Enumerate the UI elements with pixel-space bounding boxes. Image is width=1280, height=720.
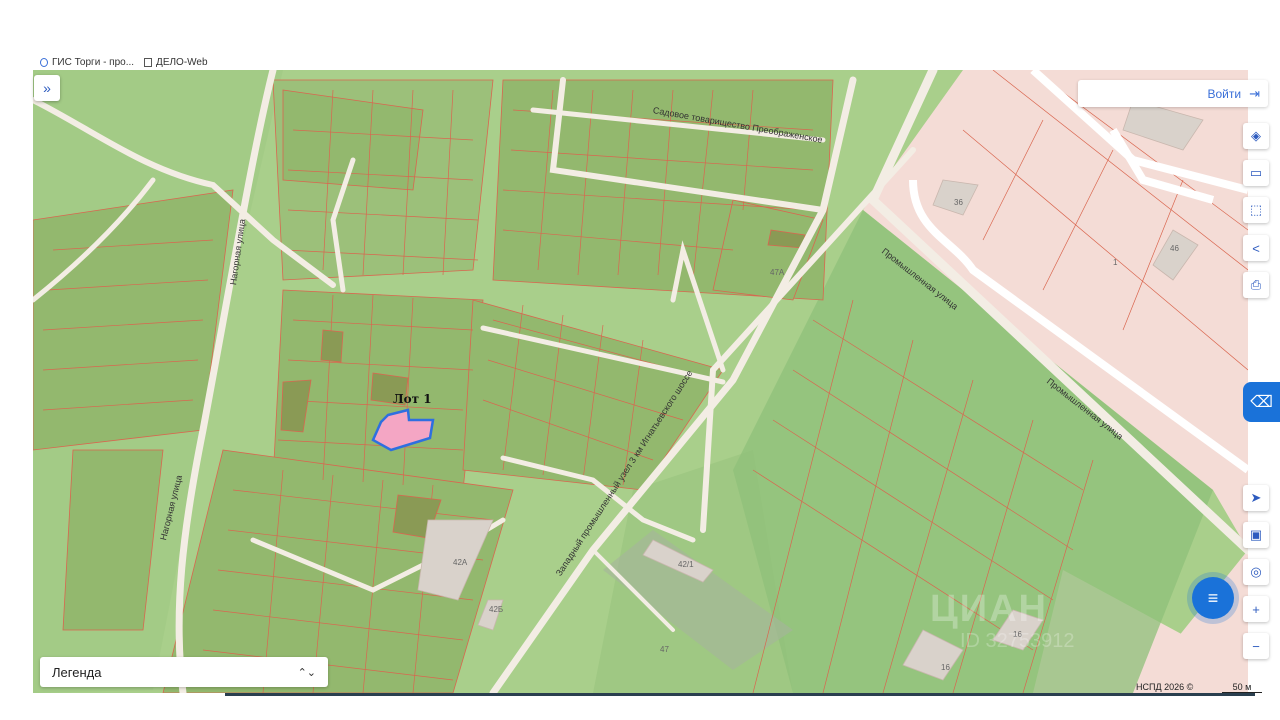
document-icon (144, 57, 153, 67)
zoom-in-icon: + (1252, 601, 1260, 617)
location-icon: ◎ (1250, 564, 1262, 579)
print-button[interactable]: ⎙ (1243, 272, 1269, 298)
copyright: НСПД 2026 © (1136, 682, 1194, 692)
zoom-out-icon: − (1252, 638, 1260, 654)
chevron-updown-icon: ⌃⌄ (297, 666, 316, 679)
share-icon: < (1252, 240, 1260, 256)
building-label: 36 (954, 198, 963, 207)
navigate-button[interactable]: ➤ (1243, 485, 1269, 511)
bottom-strip (33, 693, 1248, 720)
bookmark-label: ГИС Торги - про... (52, 56, 135, 68)
chat-button[interactable]: ≡ (1192, 577, 1234, 619)
building-label: 47А (770, 268, 785, 277)
navigate-icon: ➤ (1250, 490, 1262, 505)
zoom-out-button[interactable]: − (1243, 633, 1269, 659)
share-button[interactable]: < (1243, 235, 1269, 261)
cadastral-map[interactable]: Лот 1 Садовое товарищество Преображенско… (33, 70, 1248, 693)
select-area-icon: ⬚ (1249, 202, 1263, 217)
building-label: 1 (1113, 258, 1118, 267)
layers-icon: ◈ (1251, 128, 1261, 143)
watermark: ЦИАН (930, 588, 1048, 630)
browser-top-area: ГИС Торги - про... ДЕЛО-Web (0, 0, 1280, 70)
login-label: Войти (1207, 86, 1242, 101)
zoom-in-button[interactable]: + (1243, 596, 1269, 622)
measure-button[interactable]: ▭ (1243, 160, 1269, 186)
scale-bar: 50 м (1222, 682, 1262, 693)
building-label: 46 (1170, 244, 1179, 253)
login-button[interactable]: Войти ⇥ (1078, 80, 1268, 107)
side-widget-tab[interactable]: ⌫ (1243, 382, 1280, 422)
building-label: 42А (453, 558, 468, 567)
bottom-divider (225, 693, 1255, 696)
location-button[interactable]: ◎ (1243, 559, 1269, 585)
widget-icon: ⌫ (1250, 394, 1273, 411)
login-icon: ⇥ (1249, 85, 1260, 101)
minimap-icon: ▣ (1249, 527, 1263, 542)
legend-label: Легенда (52, 664, 102, 680)
print-icon: ⎙ (1250, 277, 1262, 292)
bookmark-delo-web[interactable]: ДЕЛО-Web (144, 55, 208, 69)
select-area-button[interactable]: ⬚ (1243, 197, 1269, 223)
watermark-id: ID 32753912 (960, 630, 1075, 652)
gis-icon (40, 57, 48, 67)
minimap-button[interactable]: ▣ (1243, 522, 1269, 548)
building-label: 47 (660, 645, 669, 654)
lot-label: Лот 1 (393, 392, 432, 406)
building-label: 16 (941, 663, 950, 672)
legend-dropdown[interactable]: Легенда ⌃⌄ (40, 657, 328, 687)
double-chevron-icon: » (43, 80, 51, 96)
map-canvas (33, 70, 1248, 693)
bookmark-gis-torgi[interactable]: ГИС Торги - про... (40, 55, 134, 69)
building-label: 42/1 (678, 560, 694, 569)
ruler-icon: ▭ (1249, 165, 1263, 180)
expand-panel-button[interactable]: » (34, 75, 60, 101)
chat-icon: ≡ (1207, 587, 1219, 608)
bookmark-label: ДЕЛО-Web (156, 56, 208, 68)
layers-button[interactable]: ◈ (1243, 123, 1269, 149)
bookmarks-bar: ГИС Торги - про... ДЕЛО-Web (40, 55, 208, 69)
building-label: 42Б (489, 605, 504, 614)
